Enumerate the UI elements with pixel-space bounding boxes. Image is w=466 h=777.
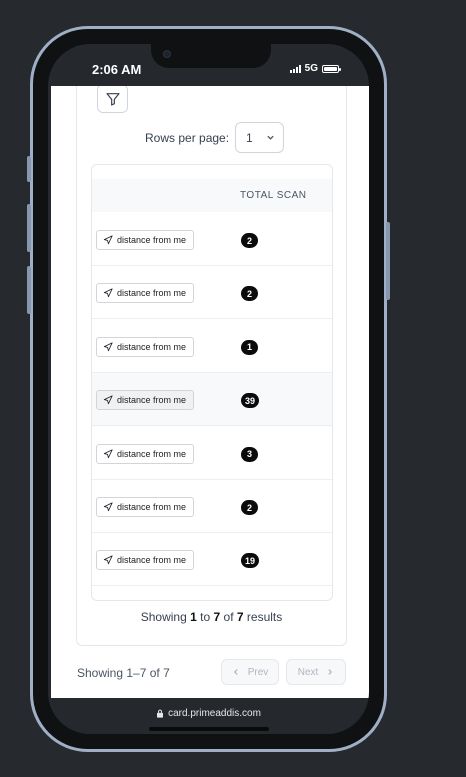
filter-button[interactable]	[97, 86, 128, 113]
table-card: Rows per page: 1 TOTAL SCAN distance fro…	[76, 86, 347, 646]
distance-from-me-button[interactable]: distance from me	[96, 230, 195, 250]
power-button	[386, 222, 390, 300]
total-scan-badge: 2	[241, 233, 258, 248]
navigation-arrow-icon	[103, 235, 113, 245]
total-scan-badge: 2	[241, 286, 258, 302]
distance-label: distance from me	[117, 555, 187, 566]
distance-label: distance from me	[117, 235, 187, 245]
table-row: distance from me 19	[92, 533, 332, 587]
results-summary: Showing 1 to 7 of 7 results	[140, 610, 283, 624]
table-header: TOTAL SCAN	[92, 179, 332, 212]
distance-from-me-button[interactable]: distance from me	[96, 390, 195, 411]
chevron-down-icon	[267, 135, 274, 140]
home-indicator[interactable]	[149, 727, 269, 731]
camera	[163, 50, 171, 58]
distance-label: distance from me	[117, 341, 187, 352]
footer-range: Showing 1–7 of 7	[77, 666, 170, 680]
rows-per-page: Rows per page: 1	[145, 122, 285, 153]
distance-label: distance from me	[117, 395, 187, 406]
column-total-scan: TOTAL SCAN	[240, 190, 307, 201]
table-row: distance from me 39	[92, 373, 332, 427]
navigation-arrow-icon	[103, 288, 113, 298]
total-scan-badge: 3	[241, 446, 258, 462]
mute-switch	[27, 156, 31, 182]
table-row: distance from me 1	[92, 319, 332, 373]
next-button[interactable]: Next	[286, 659, 346, 685]
prev-button[interactable]: Prev	[221, 659, 279, 685]
table-row: distance from me 2	[92, 480, 332, 533]
battery-icon	[322, 64, 341, 73]
lock-icon	[157, 709, 164, 718]
status-indicators: 5G	[289, 63, 341, 74]
signal-icon	[289, 64, 301, 73]
distance-label: distance from me	[117, 288, 187, 299]
scan-table: TOTAL SCAN distance from me 2 distance fro…	[91, 164, 333, 601]
url-display[interactable]: card.primeaddis.com	[48, 708, 369, 719]
navigation-arrow-icon	[103, 395, 113, 405]
navigation-arrow-icon	[103, 449, 113, 458]
navigation-arrow-icon	[103, 502, 113, 512]
volume-up-button	[27, 204, 31, 252]
navigation-arrow-icon	[103, 342, 113, 351]
rows-per-page-label: Rows per page:	[145, 130, 230, 145]
total-scan-badge: 39	[241, 393, 260, 409]
chevron-right-icon	[328, 669, 333, 675]
table-row: distance from me 2	[92, 213, 332, 266]
distance-from-me-button[interactable]: distance from me	[96, 497, 195, 517]
distance-from-me-button[interactable]: distance from me	[96, 550, 195, 571]
url-text: card.primeaddis.com	[168, 708, 261, 719]
total-scan-badge: 1	[241, 339, 258, 355]
distance-label: distance from me	[117, 448, 187, 459]
chevron-left-icon	[233, 669, 238, 675]
distance-from-me-button[interactable]: distance from me	[96, 336, 195, 357]
status-time: 2:06 AM	[92, 62, 142, 77]
network-label: 5G	[304, 63, 318, 74]
distance-from-me-button[interactable]: distance from me	[96, 443, 195, 464]
screen: 2:06 AM 5G Rows per page: 1 TOTAL SCAN d…	[48, 44, 369, 734]
phone-frame: 2:06 AM 5G Rows per page: 1 TOTAL SCAN d…	[27, 26, 390, 752]
distance-from-me-button[interactable]: distance from me	[96, 283, 195, 304]
volume-down-button	[27, 266, 31, 314]
rows-per-page-value: 1	[246, 130, 253, 145]
navigation-arrow-icon	[103, 555, 113, 565]
distance-label: distance from me	[117, 502, 187, 512]
table-row: distance from me 3	[92, 426, 332, 480]
table-row: distance from me 2	[92, 266, 332, 320]
total-scan-badge: 2	[241, 500, 258, 515]
notch	[151, 44, 271, 68]
browser-url-bar: card.primeaddis.com	[48, 698, 369, 734]
page-viewport: Rows per page: 1 TOTAL SCAN distance fro…	[51, 86, 369, 698]
filter-icon	[105, 92, 120, 106]
phone-body: 2:06 AM 5G Rows per page: 1 TOTAL SCAN d…	[33, 29, 384, 749]
total-scan-badge: 19	[241, 553, 260, 569]
rows-per-page-select[interactable]: 1	[235, 122, 285, 153]
